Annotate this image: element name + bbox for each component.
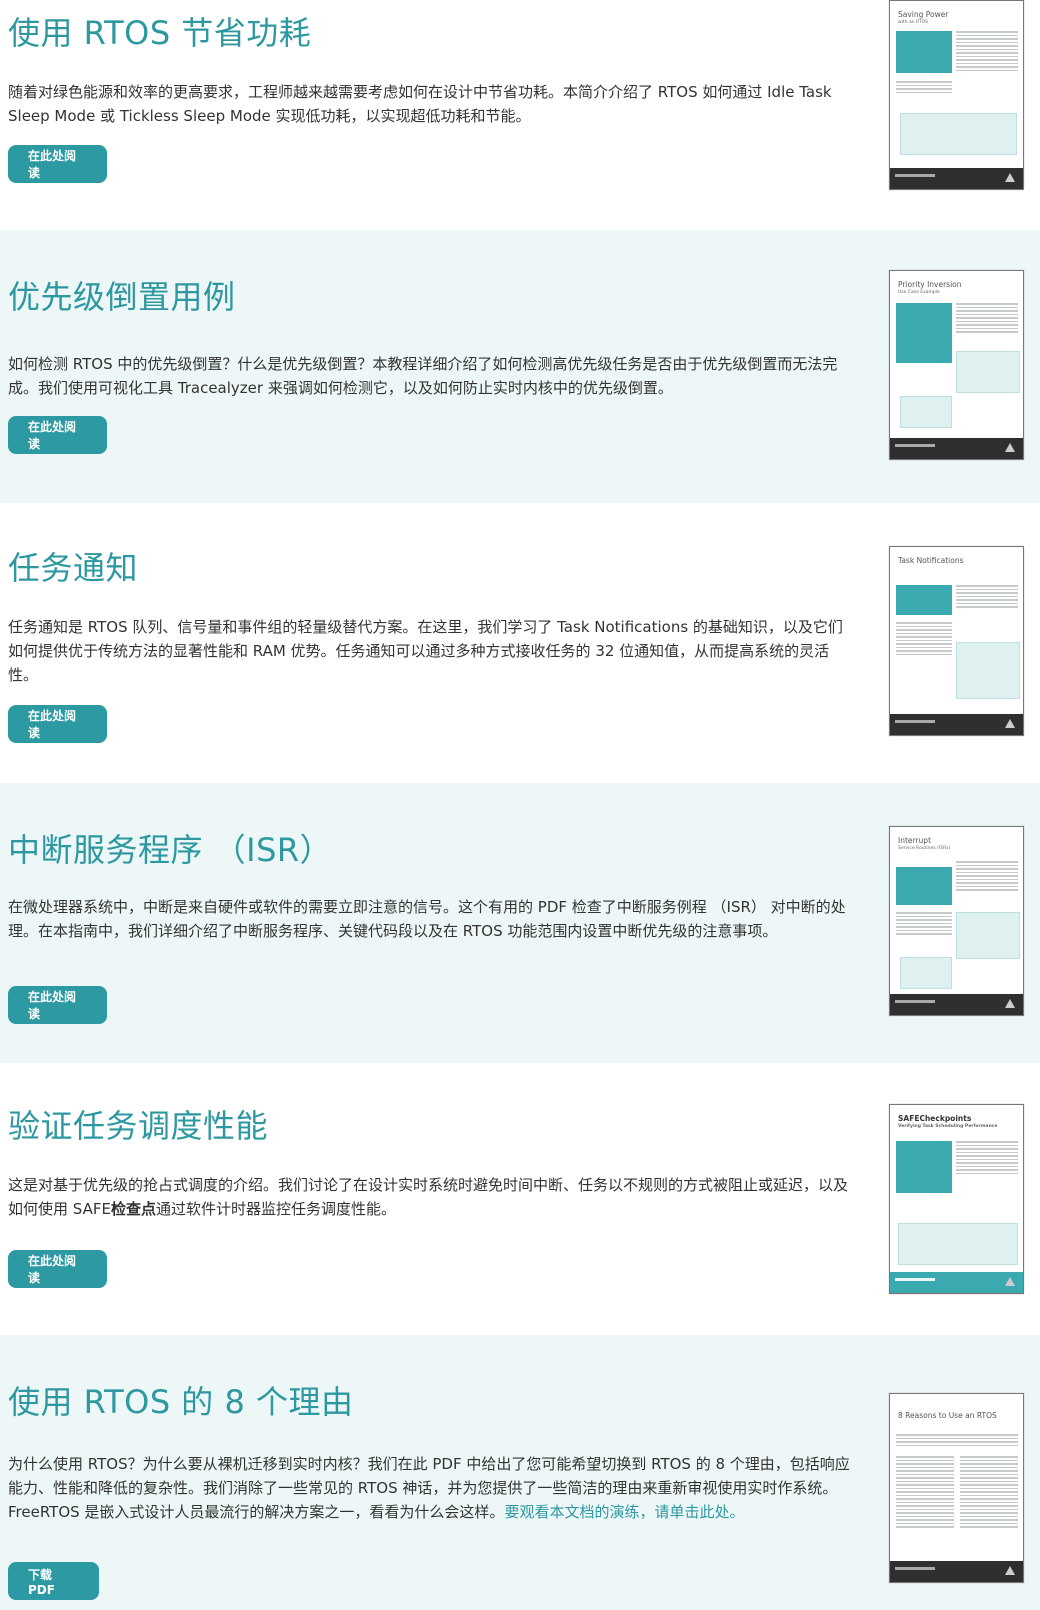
article-description: 如何检测 RTOS 中的优先级倒置？什么是优先级倒置？本教程详细介绍了如何检测高…	[8, 355, 838, 397]
read-here-button[interactable]: 在此处阅读	[8, 145, 107, 183]
article-section-safecheckpoints: 验证任务调度性能 这是对基于优先级的抢占式调度的介绍。我们讨论了在设计实时系统时…	[0, 1063, 1040, 1335]
description-bold: 检查点	[110, 1200, 156, 1218]
thumb-subtitle: Use Case Example	[898, 290, 940, 295]
article-section-isr: 中断服务程序 （ISR） 在微处理器系统中，中断是来自硬件或软件的需要立即注意的…	[0, 783, 1040, 1063]
pdf-thumbnail[interactable]: Interrupt Service Routines (ISRs)	[889, 826, 1024, 1016]
thumb-title: SAFECheckpoints	[898, 1114, 972, 1123]
read-here-button[interactable]: 在此处阅读	[8, 705, 107, 743]
thumb-title: Task Notifications	[898, 556, 964, 565]
download-pdf-button[interactable]: 下载 PDF	[8, 1562, 99, 1600]
pdf-thumbnail[interactable]: Task Notifications	[889, 546, 1024, 736]
article-section-priority-inversion: 优先级倒置用例 如何检测 RTOS 中的优先级倒置？什么是优先级倒置？本教程详细…	[0, 230, 1040, 503]
article-title: 验证任务调度性能	[8, 1107, 269, 1145]
thumb-title: Priority Inversion	[898, 280, 962, 289]
read-here-button[interactable]: 在此处阅读	[8, 416, 107, 454]
article-description: 这是对基于优先级的抢占式调度的介绍。我们讨论了在设计实时系统时避免时间中断、任务…	[8, 1173, 850, 1221]
read-here-button[interactable]: 在此处阅读	[8, 1250, 107, 1288]
article-description: 任务通知是 RTOS 队列、信号量和事件组的轻量级替代方案。在这里，我们学习了 …	[8, 618, 843, 684]
description-text-end: 通过软件计时器监控任务调度性能。	[155, 1200, 396, 1218]
thumb-subtitle: with an RTOS	[898, 20, 928, 25]
thumb-subtitle: Service Routines (ISRs)	[898, 846, 951, 851]
article-description: 在微处理器系统中，中断是来自硬件或软件的需要立即注意的信号。这个有用的 PDF …	[8, 898, 846, 940]
pdf-thumbnail[interactable]: 8 Reasons to Use an RTOS	[889, 1393, 1024, 1583]
article-title: 使用 RTOS 的 8 个理由	[8, 1383, 354, 1421]
article-section-task-notifications: 任务通知 任务通知是 RTOS 队列、信号量和事件组的轻量级替代方案。在这里，我…	[0, 503, 1040, 783]
article-title: 使用 RTOS 节省功耗	[8, 14, 312, 52]
pdf-thumbnail[interactable]: SAFECheckpoints Verifying Task Scheduling…	[889, 1104, 1024, 1294]
read-here-button[interactable]: 在此处阅读	[8, 986, 107, 1024]
walkthrough-link[interactable]: 要观看本文档的演练，请单击此处。	[504, 1503, 744, 1521]
article-title: 优先级倒置用例	[8, 278, 236, 316]
thumb-subtitle: Verifying Task Scheduling Performance	[898, 1124, 998, 1129]
thumb-title: Interrupt	[898, 836, 932, 845]
pdf-thumbnail[interactable]: Priority Inversion Use Case Example	[889, 270, 1024, 460]
article-title: 任务通知	[8, 549, 139, 587]
article-description: 随着对绿色能源和效率的更高要求，工程师越来越需要考虑如何在设计中节省功耗。本简介…	[8, 83, 832, 125]
thumb-title: Saving Power	[898, 10, 949, 19]
pdf-thumbnail[interactable]: Saving Power with an RTOS	[889, 0, 1024, 190]
article-description: 为什么使用 RTOS？为什么要从裸机迁移到实时内核？我们在此 PDF 中给出了您…	[8, 1452, 850, 1524]
thumb-title: 8 Reasons to Use an RTOS	[898, 1411, 997, 1420]
article-section-saving-power: 使用 RTOS 节省功耗 随着对绿色能源和效率的更高要求，工程师越来越需要考虑如…	[0, 0, 1040, 230]
article-section-8-reasons: 使用 RTOS 的 8 个理由 为什么使用 RTOS？为什么要从裸机迁移到实时内…	[0, 1335, 1040, 1610]
article-title: 中断服务程序 （ISR）	[8, 831, 333, 869]
